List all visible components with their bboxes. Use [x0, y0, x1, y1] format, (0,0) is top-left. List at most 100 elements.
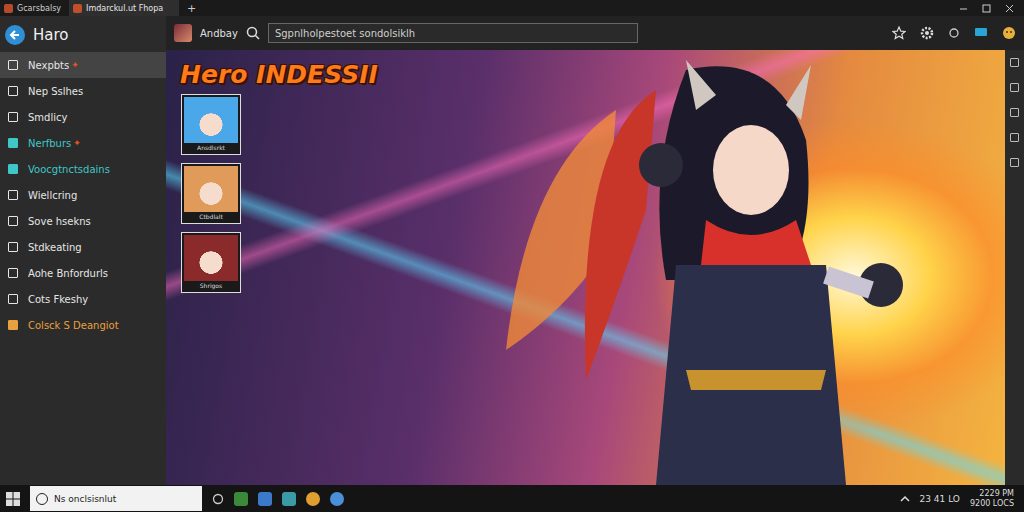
- character-thumbnail[interactable]: Ctbdlalt: [181, 163, 241, 224]
- back-arrow-icon: [9, 29, 21, 41]
- item-icon: [8, 190, 18, 200]
- tab-icon: [4, 4, 13, 13]
- item-icon: [8, 242, 18, 252]
- item-label: Wiellcring: [28, 190, 77, 201]
- item-icon: [8, 294, 18, 304]
- sidebar-header: Haro: [0, 22, 166, 52]
- tray-status: 23 41 LO: [920, 494, 960, 504]
- character-thumbnail[interactable]: Shrigos: [181, 232, 241, 293]
- item-badge: ✦: [71, 60, 79, 70]
- search-ring-icon: [36, 493, 48, 505]
- toolbar: Andbay: [166, 16, 1024, 50]
- sidebar-item[interactable]: Nep Sslhes: [0, 78, 166, 104]
- sidebar-item[interactable]: Nexpbts✦: [0, 52, 166, 78]
- item-label: Voocgtnctsdains: [28, 164, 110, 175]
- item-label: Sove hsekns: [28, 216, 91, 227]
- tab-icon: [73, 4, 82, 13]
- new-tab-button[interactable]: +: [179, 0, 204, 16]
- sidebar-item[interactable]: Voocgtnctsdains: [0, 156, 166, 182]
- system-tray: 23 41 LO 2229 PM9200 LOCS: [900, 489, 1018, 508]
- browser-tab[interactable]: Gcarsbalsy: [0, 0, 69, 16]
- browser-tab[interactable]: Imdarckul.ut Fhopa: [69, 0, 179, 16]
- tab-label: Imdarckul.ut Fhopa: [86, 4, 163, 13]
- window-controls: [949, 0, 1024, 16]
- maximize-icon[interactable]: [982, 4, 991, 13]
- hero-title: Hero INDESSII: [180, 60, 378, 89]
- app-label: Andbay: [200, 28, 238, 39]
- item-icon: [8, 112, 18, 122]
- taskbar-app-icon[interactable]: [258, 492, 272, 506]
- profile-icon[interactable]: [1002, 26, 1016, 40]
- item-icon: [8, 268, 18, 278]
- item-icon: [8, 164, 18, 174]
- window-body: HaroNexpbts✦Nep SslhesSmdlicyNerfburs✦Vo…: [0, 16, 1024, 485]
- sidebar: HaroNexpbts✦Nep SslhesSmdlicyNerfburs✦Vo…: [0, 16, 166, 485]
- title-bar: Gcarsbalsy Imdarckul.ut Fhopa +: [0, 0, 1024, 16]
- item-icon: [8, 216, 18, 226]
- item-label: Nexpbts: [28, 60, 69, 71]
- title-spacer: [204, 0, 949, 16]
- screen-icon[interactable]: [974, 27, 988, 39]
- strip-icon[interactable]: [1010, 58, 1019, 67]
- task-view-icon[interactable]: [212, 493, 224, 505]
- taskbar-app-icon[interactable]: [282, 492, 296, 506]
- sidebar-item[interactable]: Smdlicy: [0, 104, 166, 130]
- extension-icon[interactable]: [948, 27, 960, 39]
- main-area: Andbay Hero INDESSII Ansdlsrkt Ctbdlalt Shri…: [166, 16, 1024, 485]
- thumbnail-label: Shrigos: [200, 281, 222, 290]
- toolbar-icons: [892, 26, 1016, 40]
- tray-arrow-icon[interactable]: [900, 494, 910, 504]
- sidebar-item[interactable]: Aohe Bnfordurls: [0, 260, 166, 286]
- star-icon[interactable]: [892, 26, 906, 40]
- item-label: Cots Fkeshy: [28, 294, 88, 305]
- taskbar-app-icon[interactable]: [330, 492, 344, 506]
- item-label: Nep Sslhes: [28, 86, 83, 97]
- app-icon[interactable]: [174, 24, 192, 42]
- sidebar-title: Haro: [33, 26, 69, 44]
- thumbnail-picture: [184, 166, 238, 212]
- item-label: Aohe Bnfordurls: [28, 268, 108, 279]
- strip-icon[interactable]: [1010, 158, 1019, 167]
- sidebar-item[interactable]: Stdkeating: [0, 234, 166, 260]
- side-strip: [1005, 50, 1024, 485]
- item-badge: ✦: [73, 138, 81, 148]
- taskbar-app-icon[interactable]: [234, 492, 248, 506]
- back-button[interactable]: [5, 25, 25, 45]
- sidebar-item[interactable]: Colsck S Deangiot: [0, 312, 166, 338]
- item-label: Smdlicy: [28, 112, 67, 123]
- character-thumbnail[interactable]: Ansdlsrkt: [181, 94, 241, 155]
- strip-icon[interactable]: [1010, 83, 1019, 92]
- item-label: Nerfburs: [28, 138, 71, 149]
- item-label: Colsck S Deangiot: [28, 320, 119, 331]
- gear-icon[interactable]: [920, 26, 934, 40]
- clock: 2229 PM9200 LOCS: [970, 489, 1018, 508]
- close-icon[interactable]: [1005, 4, 1014, 13]
- thumbnail-picture: [184, 97, 238, 143]
- content-area: Hero INDESSII Ansdlsrkt Ctbdlalt Shrigos: [166, 50, 1024, 485]
- item-icon: [8, 320, 18, 330]
- sidebar-item[interactable]: Wiellcring: [0, 182, 166, 208]
- thumbnail-picture: [184, 235, 238, 281]
- item-icon: [8, 86, 18, 96]
- sidebar-item[interactable]: Cots Fkeshy: [0, 286, 166, 312]
- taskbar-search-text: Ns onclsisnlut: [54, 494, 116, 504]
- item-label: Stdkeating: [28, 242, 82, 253]
- minimize-icon[interactable]: [959, 4, 968, 13]
- thumbnail-list: Ansdlsrkt Ctbdlalt Shrigos: [181, 94, 241, 293]
- search-icon[interactable]: [246, 26, 260, 40]
- taskbar-app-icon[interactable]: [306, 492, 320, 506]
- tab-label: Gcarsbalsy: [17, 4, 61, 13]
- clock-line: 9200 LOCS: [970, 499, 1014, 509]
- sidebar-item[interactable]: Sove hsekns: [0, 208, 166, 234]
- search-field[interactable]: [268, 23, 638, 43]
- taskbar: Ns onclsisnlut 23 41 LO 2229 PM9200 LOCS: [0, 485, 1024, 512]
- thumbnail-label: Ansdlsrkt: [197, 143, 225, 152]
- strip-icon[interactable]: [1010, 108, 1019, 117]
- thumbnail-label: Ctbdlalt: [199, 212, 223, 221]
- windows-logo-icon[interactable]: [6, 492, 20, 506]
- clock-line: 2229 PM: [979, 489, 1014, 499]
- strip-icon[interactable]: [1010, 133, 1019, 142]
- hero-figure: [466, 50, 906, 485]
- sidebar-item[interactable]: Nerfburs✦: [0, 130, 166, 156]
- taskbar-search[interactable]: Ns onclsisnlut: [30, 486, 202, 511]
